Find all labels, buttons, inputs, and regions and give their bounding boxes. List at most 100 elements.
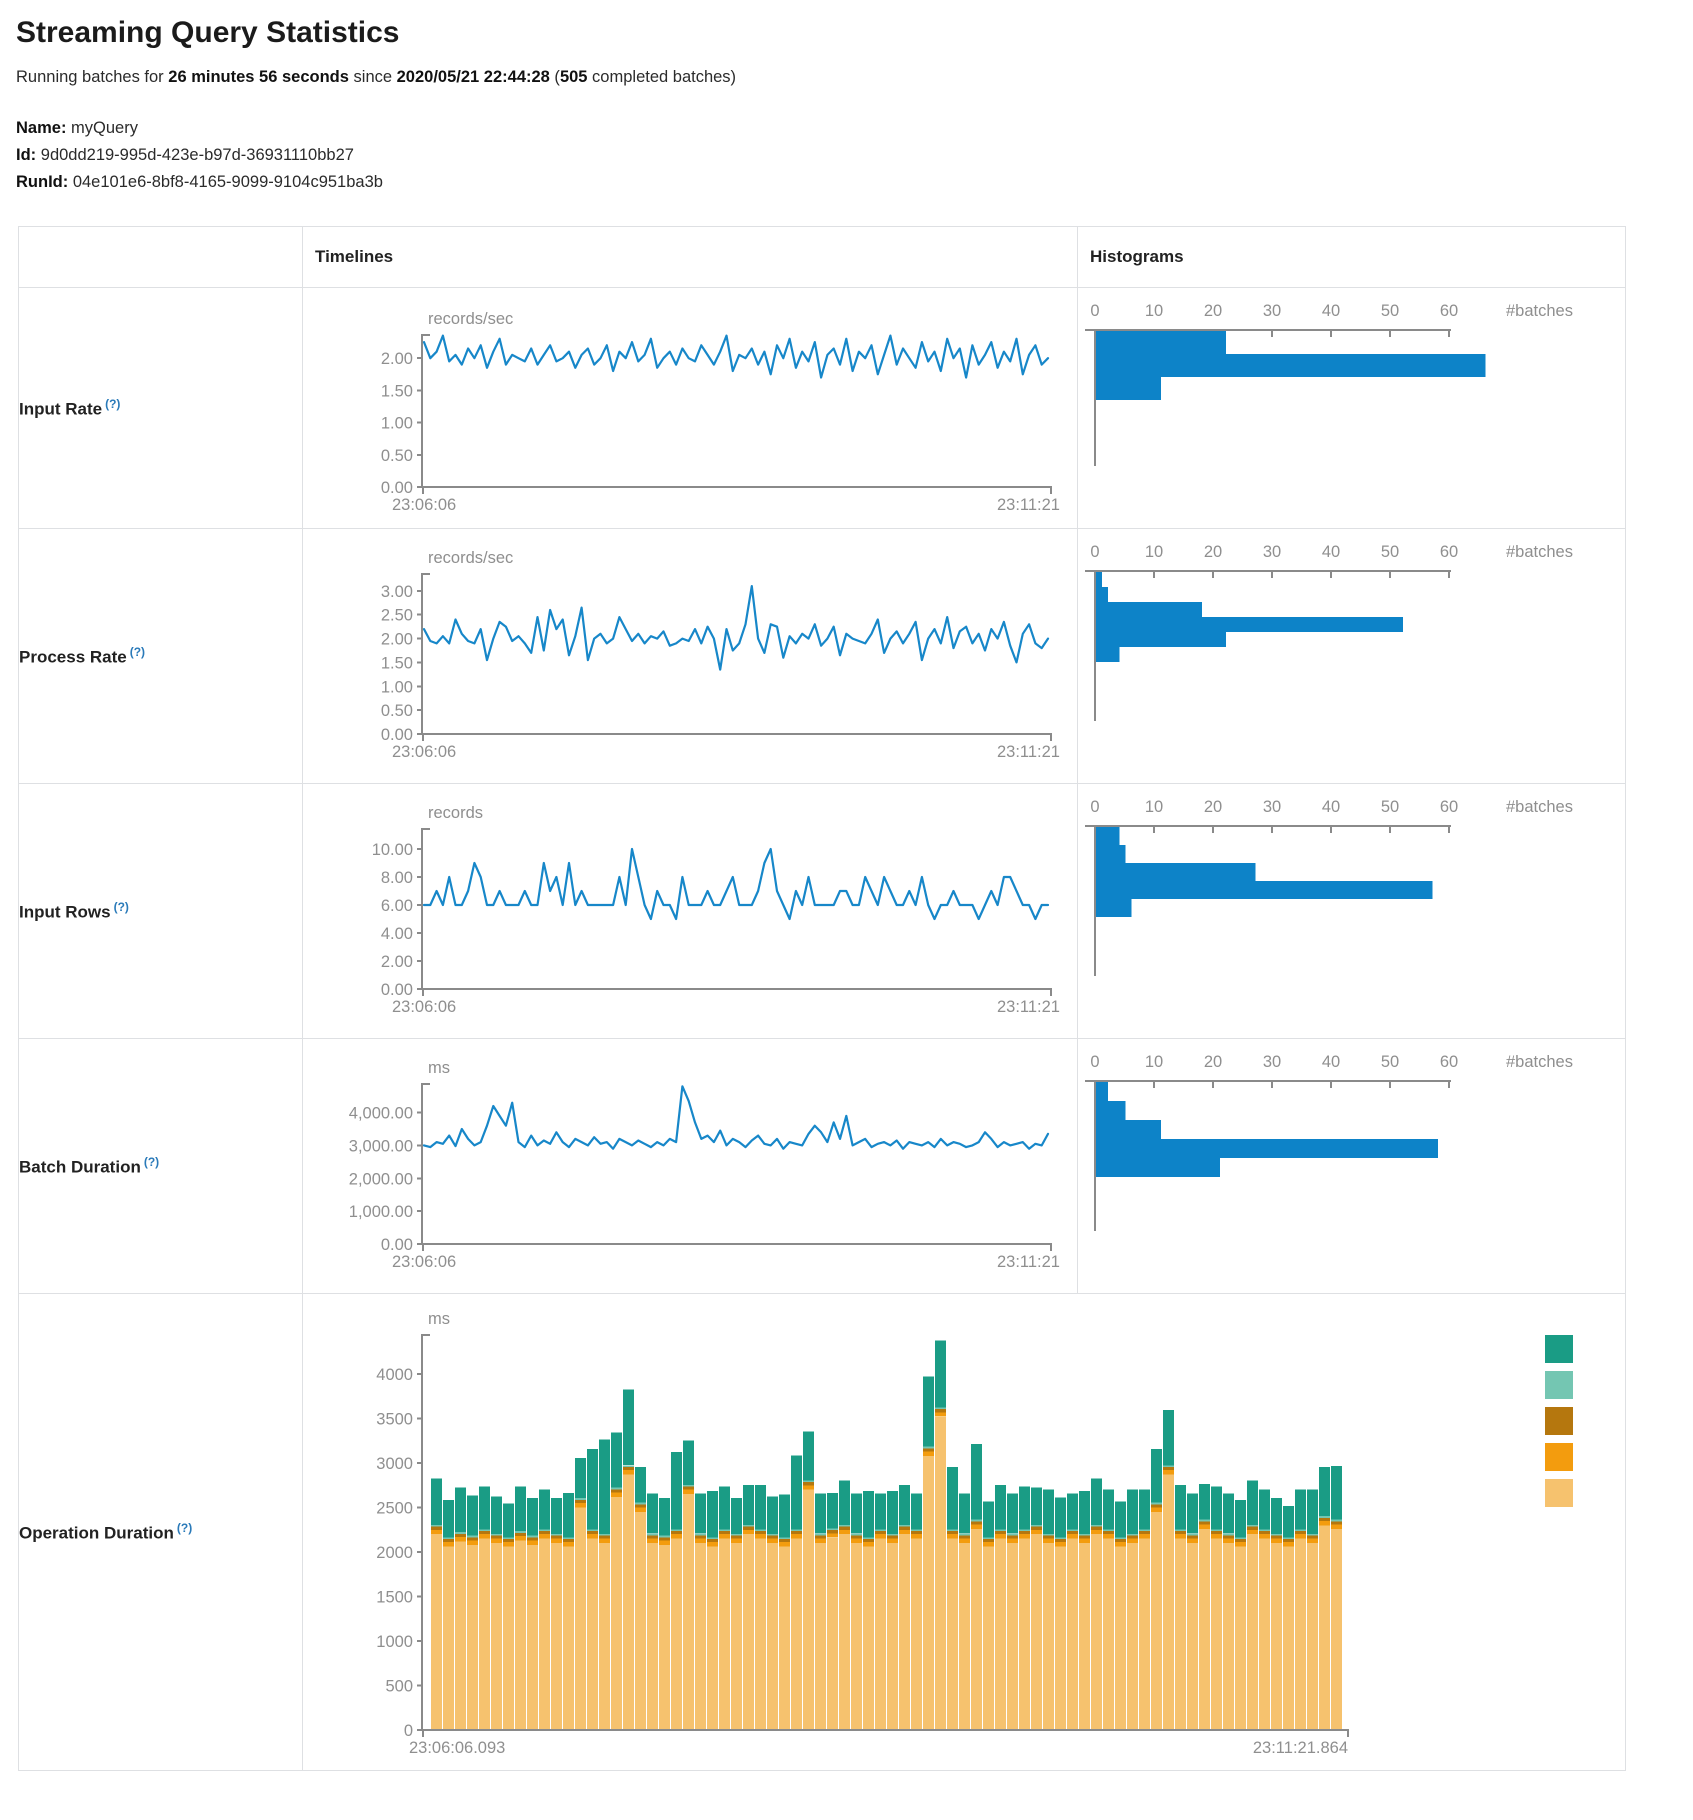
svg-text:30: 30 <box>1263 798 1281 816</box>
svg-text:1.50: 1.50 <box>381 382 413 400</box>
svg-text:0.50: 0.50 <box>381 702 413 720</box>
svg-text:500: 500 <box>385 1678 413 1696</box>
svg-text:0: 0 <box>1090 302 1099 320</box>
svg-text:30: 30 <box>1263 302 1281 320</box>
row-label-input-rate: Input Rate(?) <box>19 288 303 529</box>
table-row: Input Rate(?) records/sec0.000.501.001.5… <box>19 288 1626 529</box>
svg-text:10: 10 <box>1145 798 1163 816</box>
operation-duration-stacked-chart: ms0500100015002000250030003500400023:06:… <box>303 1294 1602 1768</box>
svg-text:50: 50 <box>1381 543 1399 561</box>
input-rows-help-link[interactable]: (?) <box>114 900 129 914</box>
svg-text:4,000.00: 4,000.00 <box>349 1105 413 1123</box>
svg-text:60: 60 <box>1440 1053 1458 1071</box>
running-prefix: Running batches for <box>16 68 168 86</box>
timelines-column-header: Timelines <box>303 227 1078 288</box>
svg-text:23:06:06: 23:06:06 <box>392 743 456 761</box>
svg-text:1,000.00: 1,000.00 <box>349 1203 413 1221</box>
streaming-query-statistics-page: { "page": { "title": "Streaming Query St… <box>0 0 1693 1820</box>
svg-text:23:06:06: 23:06:06 <box>392 496 456 514</box>
query-name-value: myQuery <box>71 119 138 137</box>
svg-text:20: 20 <box>1204 798 1222 816</box>
svg-text:23:11:21.864: 23:11:21.864 <box>1253 1739 1348 1757</box>
svg-text:60: 60 <box>1440 798 1458 816</box>
svg-text:23:06:06: 23:06:06 <box>392 998 456 1016</box>
operation-duration-help-link[interactable]: (?) <box>177 1521 192 1535</box>
query-meta-block: Name: myQuery Id: 9d0dd219-995d-423e-b97… <box>16 115 1693 196</box>
query-id-value: 9d0dd219-995d-423e-b97d-36931110bb27 <box>41 146 354 164</box>
svg-text:0.00: 0.00 <box>381 479 413 497</box>
query-runid-value: 04e101e6-8bf8-4165-9099-9104c951ba3b <box>73 173 383 191</box>
svg-text:2.00: 2.00 <box>381 631 413 649</box>
svg-text:30: 30 <box>1263 1053 1281 1071</box>
histograms-column-header: Histograms <box>1078 227 1626 288</box>
svg-text:50: 50 <box>1381 798 1399 816</box>
svg-text:#batches: #batches <box>1506 798 1573 816</box>
svg-text:1000: 1000 <box>376 1633 413 1651</box>
svg-text:1.00: 1.00 <box>381 415 413 433</box>
query-id-line: Id: 9d0dd219-995d-423e-b97d-36931110bb27 <box>16 142 1693 169</box>
table-row: Batch Duration(?) ms0.001,000.002,000.00… <box>19 1039 1626 1294</box>
since-text: since <box>349 68 397 86</box>
row-label-batch-duration: Batch Duration(?) <box>19 1039 303 1294</box>
svg-text:3500: 3500 <box>376 1411 413 1429</box>
svg-text:0.00: 0.00 <box>381 1236 413 1254</box>
operation-duration-label: Operation Duration <box>19 1523 174 1542</box>
batch-duration-help-link[interactable]: (?) <box>144 1155 159 1169</box>
svg-text:#batches: #batches <box>1506 302 1573 320</box>
svg-text:3.00: 3.00 <box>381 583 413 601</box>
svg-text:records/sec: records/sec <box>428 549 513 567</box>
process-rate-help-link[interactable]: (?) <box>130 645 145 659</box>
table-row: Operation Duration(?) ms0500100015002000… <box>19 1294 1626 1771</box>
svg-text:10.00: 10.00 <box>372 841 413 859</box>
svg-text:2000: 2000 <box>376 1544 413 1562</box>
query-runid-line: RunId: 04e101e6-8bf8-4165-9099-9104c951b… <box>16 169 1693 196</box>
svg-text:ms: ms <box>428 1310 450 1328</box>
table-row: Input Rows(?) records0.002.004.006.008.0… <box>19 784 1626 1039</box>
table-row: Process Rate(?) records/sec0.000.501.001… <box>19 529 1626 784</box>
input-rows-histogram-chart: 0102030405060#batches <box>1078 784 1613 1038</box>
query-name-label: Name: <box>16 119 66 137</box>
query-name-line: Name: myQuery <box>16 115 1693 142</box>
svg-text:#batches: #batches <box>1506 1053 1573 1071</box>
svg-text:3000: 3000 <box>376 1455 413 1473</box>
input-rows-label: Input Rows <box>19 902 111 921</box>
svg-text:6.00: 6.00 <box>381 897 413 915</box>
svg-text:1.00: 1.00 <box>381 678 413 696</box>
svg-text:23:11:21: 23:11:21 <box>997 743 1060 761</box>
running-batches-summary: Running batches for 26 minutes 56 second… <box>16 68 1693 87</box>
process-rate-timeline-chart: records/sec0.000.501.001.502.002.503.002… <box>303 529 1065 783</box>
svg-text:records: records <box>428 804 483 822</box>
svg-text:8.00: 8.00 <box>381 869 413 887</box>
svg-text:#batches: #batches <box>1506 543 1573 561</box>
input-rows-timeline-chart: records0.002.004.006.008.0010.0023:06:06… <box>303 784 1065 1038</box>
row-label-operation-duration: Operation Duration(?) <box>19 1294 303 1771</box>
completed-suffix: completed batches) <box>587 68 736 86</box>
paren-open: ( <box>550 68 560 86</box>
input-rate-label: Input Rate <box>19 399 102 418</box>
svg-text:30: 30 <box>1263 543 1281 561</box>
input-rate-timeline-chart: records/sec0.000.501.001.502.0023:06:062… <box>303 288 1065 528</box>
svg-text:2.00: 2.00 <box>381 350 413 368</box>
svg-text:50: 50 <box>1381 302 1399 320</box>
completed-batches-count: 505 <box>560 68 588 86</box>
svg-text:20: 20 <box>1204 302 1222 320</box>
batch-duration-label: Batch Duration <box>19 1157 141 1176</box>
svg-text:20: 20 <box>1204 1053 1222 1071</box>
svg-text:0: 0 <box>1090 798 1099 816</box>
page-title: Streaming Query Statistics <box>16 16 1693 50</box>
svg-text:50: 50 <box>1381 1053 1399 1071</box>
svg-text:1500: 1500 <box>376 1589 413 1607</box>
svg-text:2.00: 2.00 <box>381 953 413 971</box>
table-header-row: Timelines Histograms <box>19 227 1626 288</box>
svg-text:1.50: 1.50 <box>381 654 413 672</box>
process-rate-histogram-chart: 0102030405060#batches <box>1078 529 1613 783</box>
running-duration: 26 minutes 56 seconds <box>168 68 349 86</box>
svg-text:20: 20 <box>1204 543 1222 561</box>
input-rate-help-link[interactable]: (?) <box>105 397 120 411</box>
svg-text:3,000.00: 3,000.00 <box>349 1137 413 1155</box>
svg-text:23:06:06: 23:06:06 <box>392 1253 456 1271</box>
svg-text:2.50: 2.50 <box>381 607 413 625</box>
start-time: 2020/05/21 22:44:28 <box>397 68 550 86</box>
svg-text:0: 0 <box>1090 1053 1099 1071</box>
svg-text:40: 40 <box>1322 1053 1340 1071</box>
